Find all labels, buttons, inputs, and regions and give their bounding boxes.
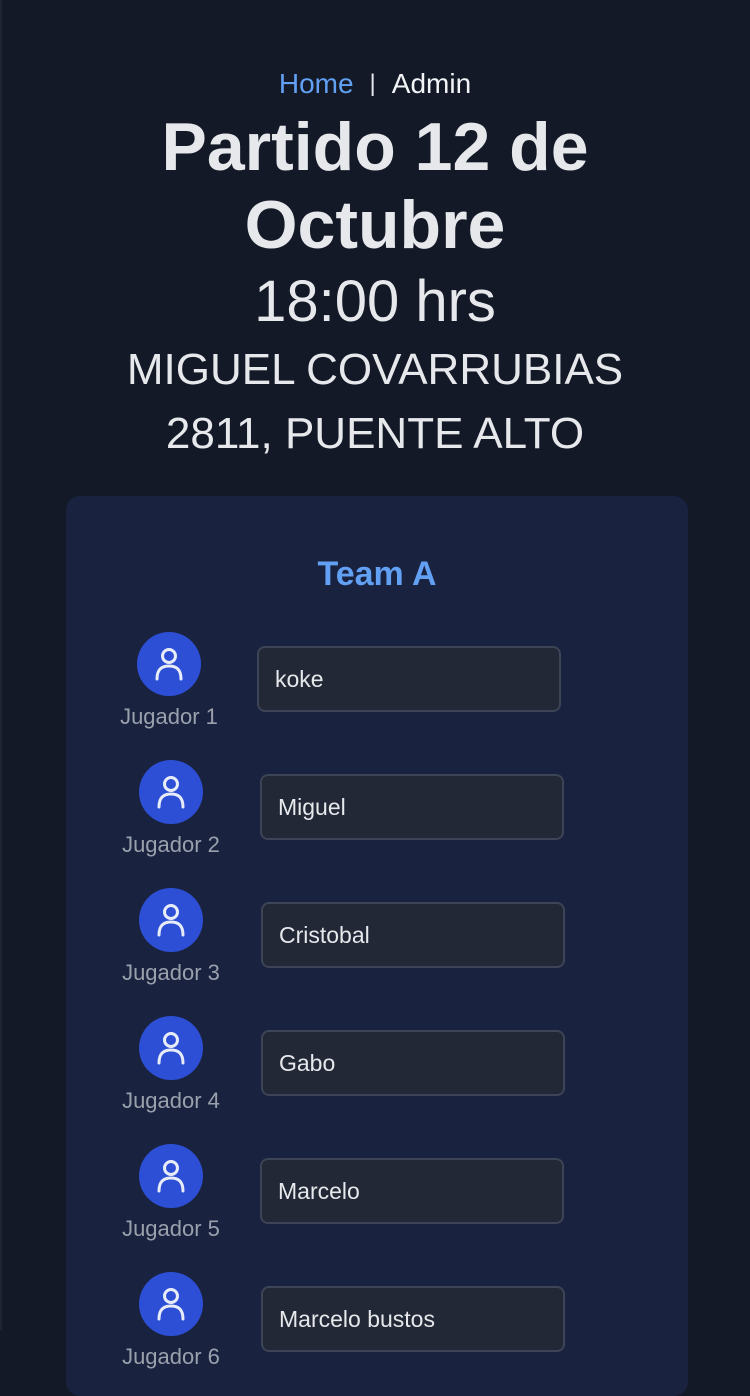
player-label: Jugador 3 <box>122 960 220 985</box>
user-icon <box>139 888 203 952</box>
player-label: Jugador 5 <box>122 1216 220 1241</box>
user-icon <box>139 1016 203 1080</box>
match-time: 18:00 hrs <box>254 269 496 334</box>
player-avatar-group: Jugador 3 <box>111 888 231 990</box>
player-label: Jugador 6 <box>122 1344 220 1369</box>
team-name: Team A <box>317 555 437 593</box>
top-nav: Home | Admin <box>0 64 750 104</box>
match-title: Partido 12 de Octubre <box>161 109 589 263</box>
player-label: Jugador 2 <box>122 832 220 857</box>
player-avatar-group: Jugador 5 <box>111 1144 231 1246</box>
page-edge <box>0 0 2 1330</box>
player-row: Jugador 6 <box>66 1272 688 1396</box>
nav-admin-link[interactable]: Admin <box>392 64 471 104</box>
player-name-input[interactable] <box>260 1158 564 1224</box>
player-name-input[interactable] <box>261 1030 565 1096</box>
player-label: Jugador 1 <box>120 704 218 729</box>
player-row: Jugador 4 <box>66 1016 688 1144</box>
player-name-input[interactable] <box>257 646 561 712</box>
nav-home-link[interactable]: Home <box>279 64 354 104</box>
nav-separator: | <box>369 70 376 97</box>
user-icon <box>139 1272 203 1336</box>
match-address: MIGUEL COVARRUBIAS 2811, PUENTE ALTO <box>126 345 624 458</box>
player-label: Jugador 4 <box>122 1088 220 1113</box>
player-avatar-group: Jugador 2 <box>111 760 231 862</box>
player-name-input[interactable] <box>261 1286 565 1352</box>
user-icon <box>137 632 201 696</box>
player-name-input[interactable] <box>261 902 565 968</box>
player-avatar-group: Jugador 6 <box>111 1272 231 1374</box>
player-name-input[interactable] <box>260 774 564 840</box>
player-avatar-group: Jugador 1 <box>109 632 229 734</box>
team-card: Team A Jugador 1 Jugador 2 Jugador 3 <box>66 496 688 1396</box>
player-avatar-group: Jugador 4 <box>111 1016 231 1118</box>
player-row: Jugador 1 <box>66 632 688 760</box>
player-row: Jugador 3 <box>66 888 688 1016</box>
user-icon <box>139 1144 203 1208</box>
user-icon <box>139 760 203 824</box>
player-row: Jugador 5 <box>66 1144 688 1272</box>
player-row: Jugador 2 <box>66 760 688 888</box>
